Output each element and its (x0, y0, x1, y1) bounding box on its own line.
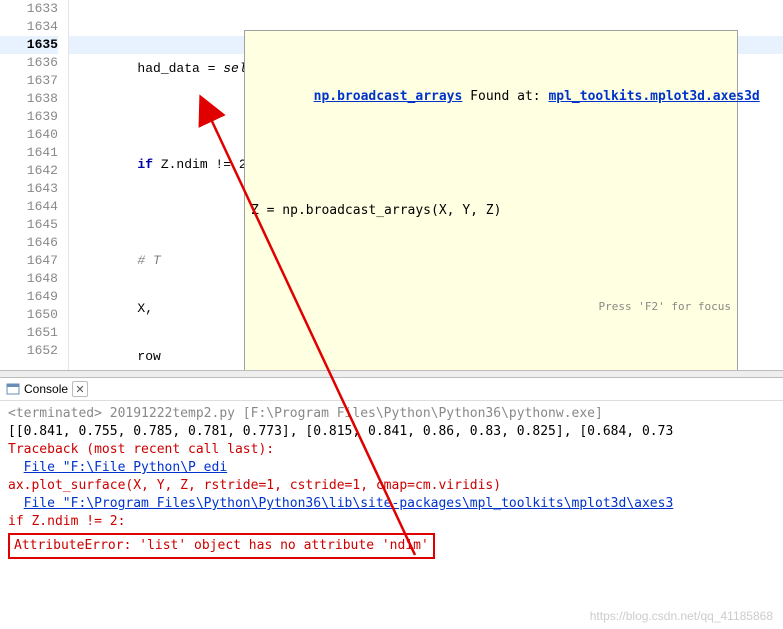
console-stdout-line: [[0.841, 0.755, 0.785, 0.781, 0.773], [0… (8, 423, 775, 441)
console-terminated-line: <terminated> 20191222temp2.py [F:\Progra… (8, 405, 775, 423)
console-icon (6, 382, 20, 396)
error-highlight-box: AttributeError: 'list' object has no att… (8, 533, 435, 559)
traceback-file-link[interactable]: File "F:\Program Files\Python\Python36\l… (24, 496, 674, 511)
tooltip-hint: Press 'F2' for focus (599, 298, 731, 316)
console-output[interactable]: <terminated> 20191222temp2.py [F:\Progra… (0, 401, 783, 563)
traceback-header: Traceback (most recent call last): (8, 441, 775, 459)
console-close-button[interactable]: ✕ (72, 381, 88, 397)
watermark: https://blog.csdn.net/qq_41185868 (590, 609, 773, 623)
code-editor[interactable]: 1633 1634 1635 1636 1637 1638 1639 1640 … (0, 0, 783, 370)
traceback-call-line: ax.plot_surface(X, Y, Z, rstride=1, cstr… (8, 477, 775, 495)
traceback-call-line: if Z.ndim != 2: (8, 513, 775, 531)
line-number-gutter: 1633 1634 1635 1636 1637 1638 1639 1640 … (0, 0, 69, 370)
code-area[interactable]: had_data = self.has_data() if Z.ndim != … (69, 0, 783, 370)
tooltip-body: Z = np.broadcast_arrays(X, Y, Z) (251, 202, 731, 220)
traceback-file-link[interactable]: File "F:\File Python\P edi (24, 460, 228, 475)
pane-separator[interactable] (0, 370, 783, 378)
console-tab-bar: Console ✕ (0, 378, 783, 401)
hover-tooltip: np.broadcast_arrays Found at: mpl_toolki… (244, 30, 738, 370)
tooltip-location-link[interactable]: mpl_toolkits.mplot3d.axes3d (548, 89, 759, 104)
console-tab-label[interactable]: Console (24, 382, 68, 396)
tooltip-symbol-link[interactable]: np.broadcast_arrays (314, 89, 463, 104)
